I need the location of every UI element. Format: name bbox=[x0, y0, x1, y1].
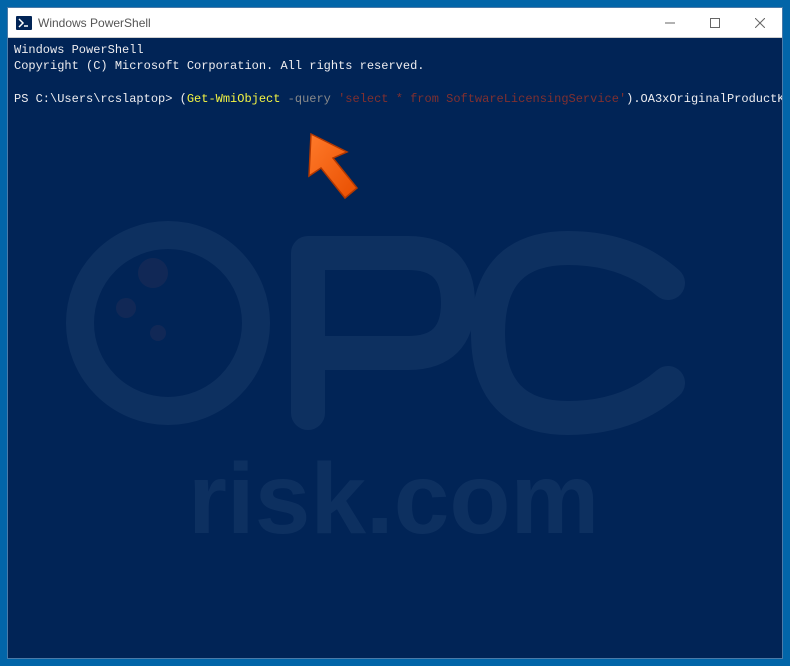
cmd-paren-open: ( bbox=[180, 92, 187, 106]
close-button[interactable] bbox=[737, 8, 782, 37]
cmd-property: .OA3xOriginalProductKey bbox=[633, 92, 782, 106]
cmd-cmdlet: Get-WmiObject bbox=[187, 92, 281, 106]
powershell-window: Windows PowerShell bbox=[7, 7, 783, 659]
powershell-icon bbox=[16, 15, 32, 31]
prompt-prefix: PS bbox=[14, 92, 36, 106]
prompt-suffix: > bbox=[165, 92, 179, 106]
terminal-blank bbox=[14, 74, 776, 90]
watermark-logo: risk.com bbox=[58, 193, 738, 593]
annotation-arrow-icon bbox=[303, 128, 373, 213]
terminal-copyright: Copyright (C) Microsoft Corporation. All… bbox=[14, 58, 776, 74]
terminal-prompt-line: PS C:\Users\rcslaptop> (Get-WmiObject -q… bbox=[14, 91, 776, 107]
maximize-button[interactable] bbox=[692, 8, 737, 37]
cmd-param: -query bbox=[288, 92, 331, 106]
window-title: Windows PowerShell bbox=[38, 16, 647, 30]
cmd-string: 'select * from SoftwareLicensingService' bbox=[338, 92, 626, 106]
svg-text:risk.com: risk.com bbox=[188, 443, 599, 555]
terminal-area[interactable]: risk.com Windows PowerShell Copyright (C… bbox=[8, 38, 782, 658]
window-controls bbox=[647, 8, 782, 37]
titlebar[interactable]: Windows PowerShell bbox=[8, 8, 782, 38]
minimize-button[interactable] bbox=[647, 8, 692, 37]
terminal-header: Windows PowerShell bbox=[14, 42, 776, 58]
prompt-path: C:\Users\rcslaptop bbox=[36, 92, 166, 106]
